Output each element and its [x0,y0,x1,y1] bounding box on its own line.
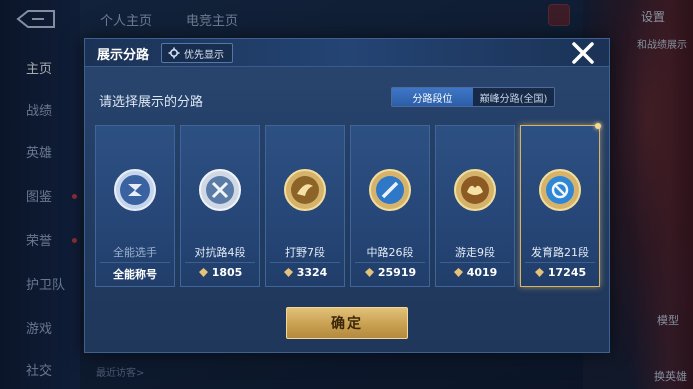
dialog-title: 展示分路 [97,48,150,63]
divider [185,262,255,263]
lane-card-clash[interactable]: 对抗路4段 1805 [180,125,260,287]
lane-name: 游走9段 [455,246,495,259]
priority-display-button[interactable]: 优先显示 [161,43,233,63]
segment-control: 分路段位 巅峰分路(全国) [391,87,555,107]
lane-score: 25919 [351,266,429,279]
tab-peak-lane[interactable]: 巅峰分路(全国) [473,88,554,106]
lane-score-value: 1805 [211,266,243,279]
lane-name: 全能选手 [113,246,157,259]
divider [100,262,170,263]
lane-name: 中路26段 [366,246,414,259]
lane-name: 对抗路4段 [194,246,246,259]
lane-score: 1805 [181,266,259,279]
lane-score: 17245 [521,266,599,279]
priority-display-label: 优先显示 [184,49,224,61]
lane-score-value: 全能称号 [113,268,157,281]
selected-sparkle-icon [595,123,601,129]
all-round-badge-icon [114,169,156,211]
divider [355,262,425,263]
lane-card-list: 全能选手 全能称号 对抗路4段 1805 打野7段 3324 中路26段 259… [95,123,603,287]
farm-lane-badge-icon [539,169,581,211]
lane-card-mid[interactable]: 中路26段 25919 [350,125,430,287]
rank-points-icon [283,268,293,277]
lane-score-value: 25919 [377,266,417,279]
lane-score: 3324 [266,266,344,279]
lane-card-all-round[interactable]: 全能选手 全能称号 [95,125,175,287]
lane-score: 全能称号 [96,266,174,282]
rank-points-icon [534,268,544,277]
lane-score-value: 4019 [466,266,498,279]
rank-points-icon [453,268,463,277]
divider [440,262,510,263]
lane-card-roam[interactable]: 游走9段 4019 [435,125,515,287]
jungle-badge-icon [284,169,326,211]
lane-score-value: 17245 [547,266,587,279]
confirm-button[interactable]: 确定 [286,307,408,339]
clash-lane-badge-icon [199,169,241,211]
gear-icon [168,47,180,59]
divider [270,262,340,263]
display-lane-dialog: 展示分路 优先显示 请选择展示的分路 分路段位 巅峰分路(全国) 全能选手 全能… [84,38,610,353]
lane-card-farm[interactable]: 发育路21段 17245 [520,123,601,287]
mid-lane-badge-icon [369,169,411,211]
lane-name: 打野7段 [285,246,325,259]
close-icon[interactable] [570,40,596,66]
dialog-header: 展示分路 优先显示 [85,39,609,67]
lane-card-jungle[interactable]: 打野7段 3324 [265,125,345,287]
lane-name: 发育路21段 [531,246,589,259]
lane-score: 4019 [436,266,514,279]
roam-badge-icon [454,169,496,211]
select-lane-prompt: 请选择展示的分路 [99,95,204,110]
divider [525,262,595,263]
rank-points-icon [198,268,208,277]
rank-points-icon [364,268,374,277]
tab-lane-rank[interactable]: 分路段位 [392,88,473,106]
lane-score-value: 3324 [296,266,328,279]
